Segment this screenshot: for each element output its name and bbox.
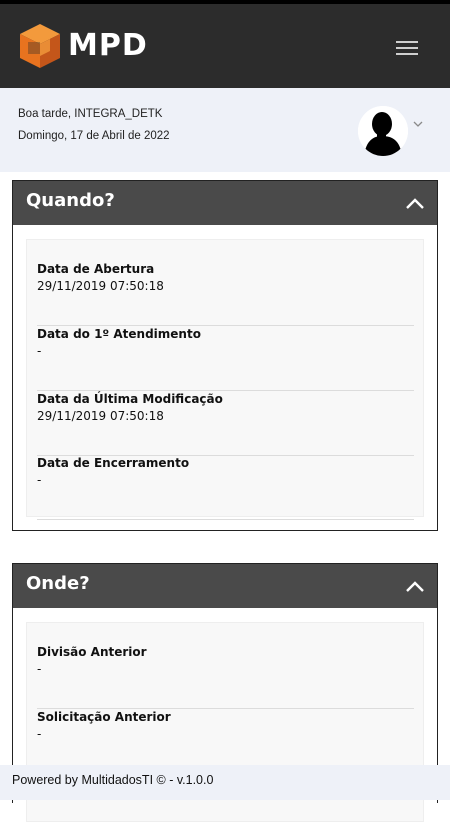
- field-label: Data de Abertura: [37, 262, 155, 276]
- section-header[interactable]: Onde?: [13, 564, 437, 608]
- top-navbar: MPD: [0, 0, 450, 88]
- field-data-primeiro-atendimento: Data do 1º Atendimento -: [37, 327, 414, 391]
- field-label: Solicitação Anterior: [37, 710, 171, 724]
- field-divisao-anterior: Divisão Anterior -: [37, 645, 414, 709]
- current-date: Domingo, 17 de Abril de 2022: [18, 130, 170, 142]
- field-value: -: [37, 344, 42, 358]
- chevron-up-icon[interactable]: [405, 580, 425, 594]
- field-label: Divisão Anterior: [37, 645, 147, 659]
- footer: Powered by MultidadosTI © - v.1.0.0: [0, 765, 450, 800]
- field-data-abertura: Data de Abertura 29/11/2019 07:50:18: [37, 262, 414, 326]
- field-value: -: [37, 473, 42, 487]
- field-label: Data de Encerramento: [37, 456, 190, 470]
- greeting-text: Boa tarde, INTEGRA_DETK: [18, 108, 163, 120]
- field-value: 29/11/2019 07:50:18: [37, 279, 164, 293]
- user-info-bar: Boa tarde, INTEGRA_DETK Domingo, 17 de A…: [0, 88, 450, 172]
- chevron-down-icon[interactable]: [413, 120, 423, 128]
- section-header[interactable]: Quando?: [13, 181, 437, 225]
- cube-logo-icon[interactable]: [16, 22, 64, 70]
- chevron-up-icon[interactable]: [405, 197, 425, 211]
- field-label: Data do 1º Atendimento: [37, 327, 201, 341]
- field-data-ultima-modificacao: Data da Última Modificação 29/11/2019 07…: [37, 392, 414, 456]
- footer-text: Powered by MultidadosTI © - v.1.0.0: [12, 773, 214, 787]
- field-value: -: [37, 727, 42, 741]
- field-label: Data da Última Modificação: [37, 392, 223, 406]
- section-body: Data de Abertura 29/11/2019 07:50:18 Dat…: [26, 239, 424, 520]
- section-title: Onde?: [26, 573, 90, 594]
- field-value: 29/11/2019 07:50:18: [37, 409, 164, 423]
- section-quando: Quando? Data de Abertura 29/11/2019 07:5…: [12, 180, 438, 531]
- field-data-encerramento: Data de Encerramento -: [37, 456, 414, 520]
- section-title: Quando?: [26, 190, 115, 211]
- user-avatar-icon[interactable]: [358, 106, 408, 156]
- hamburger-menu-icon[interactable]: [392, 36, 422, 60]
- field-value: -: [37, 662, 42, 676]
- brand-name: MPD: [68, 28, 148, 63]
